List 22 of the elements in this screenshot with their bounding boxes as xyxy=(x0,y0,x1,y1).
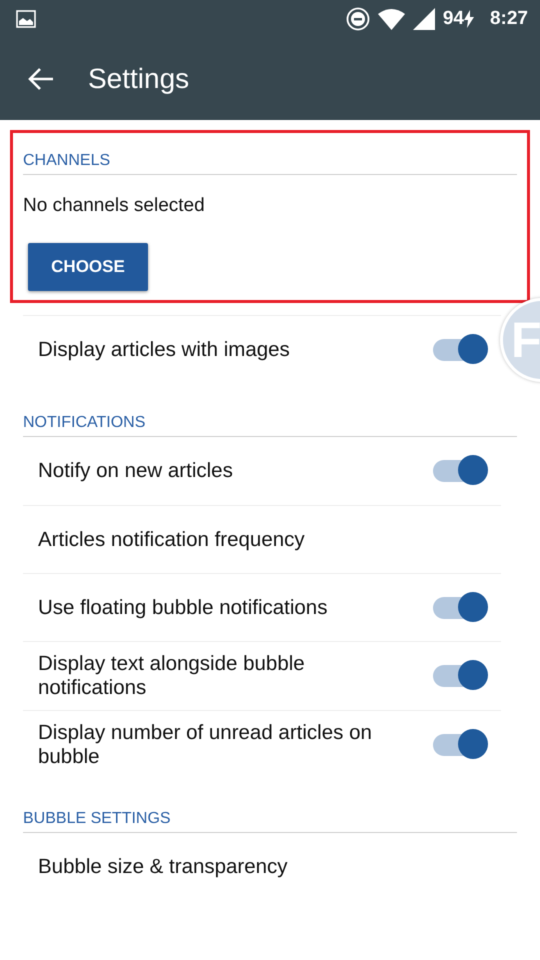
charging-icon xyxy=(464,10,474,28)
setting-label[interactable]: Bubble size & transparency xyxy=(38,855,383,879)
setting-label[interactable]: Display articles with images xyxy=(38,338,383,362)
setting-label[interactable]: Notify on new articles xyxy=(38,459,383,483)
image-icon xyxy=(16,10,36,28)
back-arrow-icon xyxy=(28,67,54,91)
setting-label[interactable]: Articles notification frequency xyxy=(38,528,383,552)
wifi-icon xyxy=(378,8,405,30)
setting-label[interactable]: Display number of unread articles on bubble xyxy=(38,721,383,769)
back-button[interactable] xyxy=(28,67,54,91)
battery-level: 94 xyxy=(442,8,464,30)
signal-icon xyxy=(412,8,435,30)
channels-status: No channels selected xyxy=(23,194,206,218)
section-header: BUBBLE SETTINGS xyxy=(23,809,517,833)
section-header: NOTIFICATIONS xyxy=(23,413,517,437)
do-not-disturb-icon xyxy=(346,7,370,31)
setting-label[interactable]: Use floating bubble notifications xyxy=(38,596,383,620)
setting-label[interactable]: Display text alongside bubble notifications xyxy=(38,652,383,700)
choose-button[interactable]: CHOOSE xyxy=(28,243,148,291)
screen-title: Settings xyxy=(88,63,190,95)
clock-time: 8:27 xyxy=(490,8,528,30)
section-header: CHANNELS xyxy=(23,151,517,175)
